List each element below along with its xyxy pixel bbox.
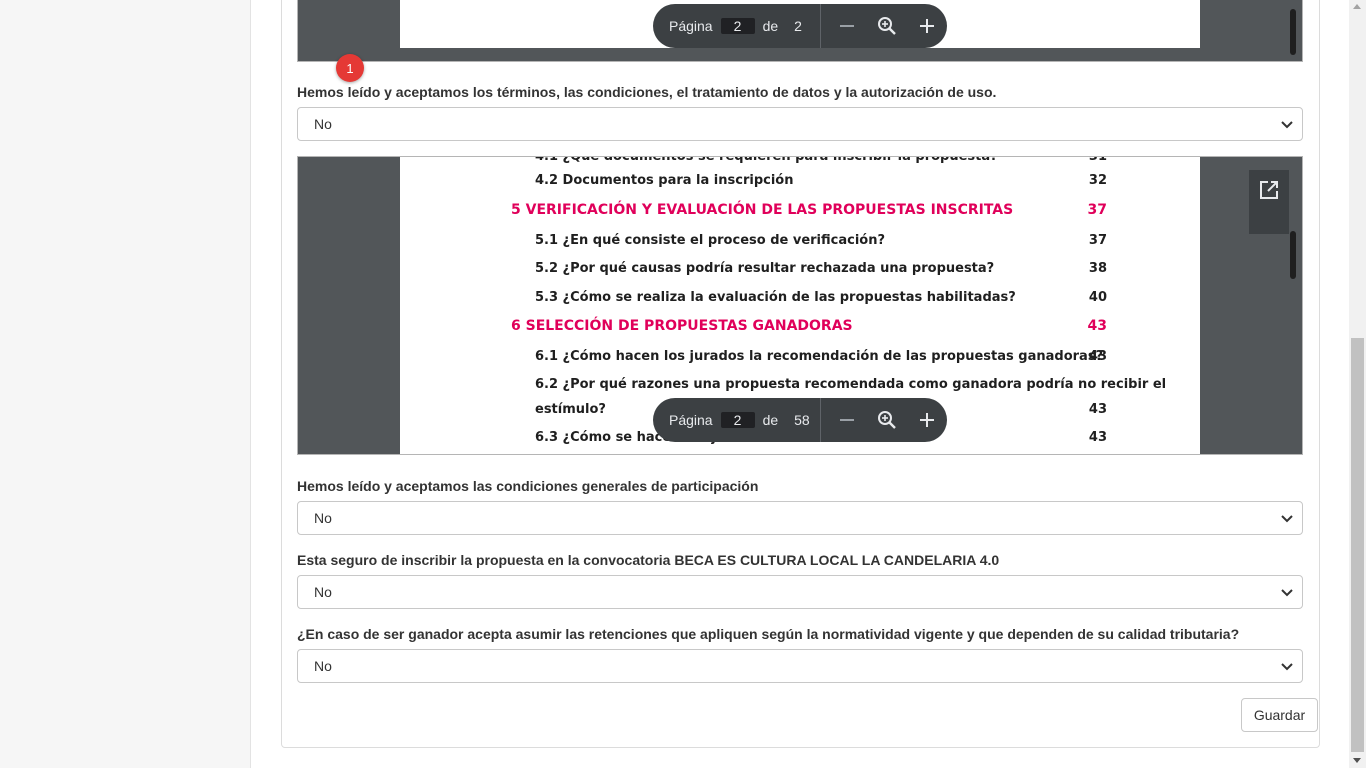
toc-item-page: 38 xyxy=(1088,261,1107,276)
save-button[interactable]: Guardar xyxy=(1241,698,1318,732)
toc-partial-page: 31 xyxy=(1088,156,1107,164)
page-label: Página xyxy=(669,412,713,428)
toc-item-page: 43 xyxy=(1088,430,1107,445)
plus-icon xyxy=(920,19,934,33)
conditions-question-label: Hemos leído y aceptamos las condiciones … xyxy=(297,478,759,494)
toc-item: estímulo? xyxy=(535,402,606,417)
notification-badge: 1 xyxy=(336,54,364,82)
total-pages: 58 xyxy=(794,412,810,428)
page-scrollbar[interactable] xyxy=(1349,0,1366,768)
toc-item-page: 32 xyxy=(1088,173,1107,188)
scroll-up-arrow[interactable] xyxy=(1353,4,1361,9)
select-value: No xyxy=(314,116,332,132)
toolbar-divider xyxy=(820,398,822,442)
toc-section: 6 SELECCIÓN DE PROPUESTAS GANADORAS xyxy=(511,318,853,334)
chevron-down-icon xyxy=(1281,121,1293,129)
tax-withholding-select[interactable]: No xyxy=(297,649,1303,683)
zoom-out-button[interactable] xyxy=(827,6,867,46)
page-number-input[interactable]: 2 xyxy=(720,412,755,428)
tax-withholding-label: ¿En caso de ser ganador acepta asumir la… xyxy=(297,626,1240,642)
pdf-toolbar-conditions: Página 2 de 58 xyxy=(653,398,947,442)
zoom-icon xyxy=(878,411,896,429)
page-number-input[interactable]: 2 xyxy=(720,18,755,34)
chevron-down-icon xyxy=(1281,515,1293,523)
toc-item-page: 40 xyxy=(1088,290,1107,305)
page-scrollbar-thumb[interactable] xyxy=(1351,338,1364,752)
select-value: No xyxy=(314,584,332,600)
toc-item-page: 37 xyxy=(1088,233,1107,248)
terms-select[interactable]: No xyxy=(297,107,1303,141)
toc-item: 6.1 ¿Cómo hacen los jurados la recomenda… xyxy=(535,349,1104,364)
toc-section-page: 37 xyxy=(1087,202,1107,218)
toc-item: 5.1 ¿En qué consiste el proceso de verif… xyxy=(535,233,886,248)
toc-item: 5.3 ¿Cómo se realiza la evaluación de la… xyxy=(535,290,1016,305)
open-external-button[interactable] xyxy=(1249,170,1289,234)
open-external-icon xyxy=(1260,181,1278,199)
toc-partial-line: 4.1 ¿Qué documentos se requieren para in… xyxy=(535,156,998,164)
toc-item-page: 43 xyxy=(1088,349,1107,364)
toolbar-divider xyxy=(820,4,822,48)
scroll-down-arrow[interactable] xyxy=(1353,758,1361,763)
plus-icon xyxy=(920,413,934,427)
zoom-out-button[interactable] xyxy=(827,400,867,440)
total-pages: 2 xyxy=(794,18,802,34)
zoom-icon xyxy=(878,17,896,35)
chevron-down-icon xyxy=(1281,663,1293,671)
page-label: Página xyxy=(669,18,713,34)
pdf-toolbar-terms: Página 2 de 2 xyxy=(653,4,947,48)
of-label: de xyxy=(762,412,779,428)
confirm-registration-label: Esta seguro de inscribir la propuesta en… xyxy=(297,552,1000,568)
confirm-registration-select[interactable]: No xyxy=(297,575,1303,609)
select-value: No xyxy=(314,510,332,526)
toc-item: 6.2 ¿Por qué razones una propuesta recom… xyxy=(535,377,1167,392)
toc-item-page: 43 xyxy=(1088,402,1107,417)
select-value: No xyxy=(314,658,332,674)
chevron-down-icon xyxy=(1281,589,1293,597)
pdf-scrollbar-thumb[interactable] xyxy=(1290,9,1296,55)
minus-icon xyxy=(840,419,855,421)
toc-item: 5.2 ¿Por qué causas podría resultar rech… xyxy=(535,261,995,276)
toc-section-page: 43 xyxy=(1087,318,1107,334)
terms-question-label: Hemos leído y aceptamos los términos, la… xyxy=(297,84,997,100)
conditions-select[interactable]: No xyxy=(297,501,1303,535)
minus-icon xyxy=(840,25,855,27)
zoom-in-button[interactable] xyxy=(907,6,947,46)
toc-section: 5 VERIFICACIÓN Y EVALUACIÓN DE LAS PROPU… xyxy=(511,202,1014,218)
zoom-in-button[interactable] xyxy=(907,400,947,440)
fit-zoom-button[interactable] xyxy=(867,6,907,46)
fit-zoom-button[interactable] xyxy=(867,400,907,440)
toc-item: 4.2 Documentos para la inscripción xyxy=(535,173,794,188)
pdf-scrollbar-thumb[interactable] xyxy=(1290,231,1296,279)
of-label: de xyxy=(762,18,779,34)
